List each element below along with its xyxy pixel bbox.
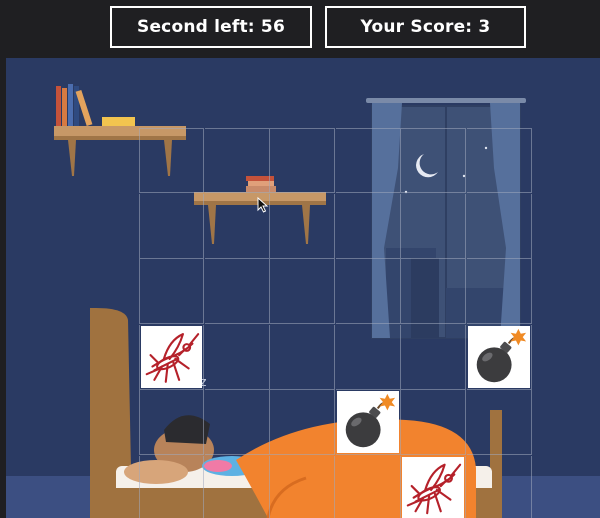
grid-cell[interactable]	[204, 259, 270, 324]
score-display: Your Score: 3	[325, 6, 526, 48]
grid-cell[interactable]	[467, 455, 532, 518]
mosquito-icon	[406, 463, 462, 514]
grid-cell[interactable]	[466, 324, 532, 390]
grid-cell[interactable]	[466, 193, 532, 259]
grid-cell[interactable]	[336, 455, 401, 518]
grid-cell[interactable]	[401, 455, 466, 518]
grid-cell[interactable]	[139, 324, 204, 390]
grid-cell[interactable]	[204, 324, 270, 390]
grid-cell[interactable]	[270, 128, 335, 193]
score-text: Your Score: 3	[360, 17, 491, 37]
bedroom-scene: z z	[6, 58, 600, 518]
grid-cell[interactable]	[466, 259, 532, 324]
grid-cell[interactable]	[335, 324, 401, 390]
grid-cell[interactable]	[335, 128, 401, 193]
grid-cell[interactable]	[139, 128, 204, 193]
grid-cell[interactable]	[401, 259, 466, 324]
grid-cell[interactable]	[401, 390, 466, 455]
grid-cell[interactable]	[270, 193, 335, 259]
mouse-cursor-icon	[257, 197, 269, 213]
grid-cell[interactable]	[139, 390, 204, 455]
grid-cell[interactable]	[270, 455, 335, 518]
mosquito-icon	[145, 332, 200, 383]
timer-text: Second left: 56	[137, 17, 285, 37]
timer-display: Second left: 56	[110, 6, 312, 48]
grid-cell[interactable]	[466, 390, 532, 455]
grid-cell[interactable]	[466, 128, 532, 193]
grid-cell[interactable]	[205, 455, 270, 518]
grid-cell[interactable]	[401, 324, 466, 390]
grid-cell[interactable]	[335, 259, 401, 324]
grid-cell[interactable]	[401, 193, 466, 259]
bomb-icon	[476, 328, 526, 382]
grid-cell[interactable]	[270, 324, 335, 390]
grid-cell[interactable]	[204, 128, 270, 193]
grid-cell[interactable]	[335, 390, 401, 455]
grid-cell[interactable]	[270, 259, 335, 324]
game-grid	[139, 128, 532, 518]
grid-cell[interactable]	[139, 455, 204, 518]
bomb-tile[interactable]	[467, 325, 530, 388]
bomb-tile[interactable]	[336, 391, 399, 453]
mosquito-tile[interactable]	[402, 456, 464, 518]
grid-cell[interactable]	[335, 193, 401, 259]
grid-cell[interactable]	[139, 259, 204, 324]
grid-cell[interactable]	[401, 128, 466, 193]
grid-cell[interactable]	[204, 390, 270, 455]
bomb-icon	[345, 393, 395, 448]
grid-cell[interactable]	[139, 193, 204, 259]
mosquito-tile[interactable]	[141, 325, 202, 388]
grid-cell[interactable]	[270, 390, 335, 455]
